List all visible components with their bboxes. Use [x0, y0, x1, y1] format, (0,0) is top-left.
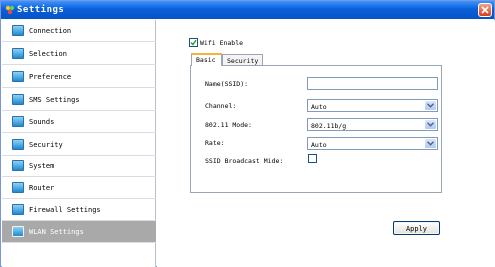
sidebar-item-label: System: [29, 162, 55, 170]
sidebar-item-label: Sounds: [29, 118, 55, 126]
settings-window: Settings Connection Selection Preference…: [0, 0, 495, 267]
sidebar-item-label: WLAN Settings: [29, 228, 84, 236]
sms-icon: [12, 94, 24, 105]
wlan-icon: [12, 226, 24, 237]
window-title: Settings: [17, 5, 65, 15]
wlan-settings-pane: Wifi Enable Basic Security Name(SSID): C…: [157, 20, 495, 267]
ssid-input[interactable]: [307, 77, 438, 90]
sidebar-item-label: Connection: [29, 27, 72, 35]
apply-button[interactable]: Apply: [393, 221, 440, 235]
apply-button-label: Apply: [405, 225, 428, 233]
sidebar-item-system[interactable]: System: [2, 155, 156, 177]
sidebar-item-label: Firewall Settings: [29, 206, 101, 214]
sidebar-item-label: Security: [29, 141, 63, 149]
sidebar-item-sms-settings[interactable]: SMS Settings: [2, 89, 156, 111]
sidebar-item-label: Router: [29, 184, 55, 192]
chevron-down-icon: [425, 101, 436, 110]
sidebar-item-security[interactable]: Security: [2, 134, 156, 156]
sidebar-item-firewall-settings[interactable]: Firewall Settings: [2, 199, 156, 221]
tab-basic[interactable]: Basic: [191, 53, 222, 66]
title-bar: Settings: [1, 1, 494, 19]
channel-label: Channel:: [205, 102, 237, 110]
firewall-icon: [12, 204, 24, 215]
sidebar-item-label: Preference: [29, 73, 72, 81]
ssid-broadcast-label: SSID Broadcast Mide:: [205, 157, 284, 165]
sidebar-item-label: Selection: [29, 50, 67, 58]
sidebar-item-label: SMS Settings: [29, 96, 80, 104]
mode-value: 802.11b/g: [311, 122, 347, 130]
mode-label: 802.11 Mode:: [205, 121, 252, 129]
sidebar-item-wlan-settings[interactable]: WLAN Settings: [2, 221, 156, 243]
basic-settings-panel: Name(SSID): Channel: Auto 802.11 Mode: 8…: [190, 65, 442, 193]
sidebar-item-connection[interactable]: Connection: [2, 20, 156, 42]
channel-value: Auto: [311, 103, 327, 111]
connection-icon: [12, 25, 24, 36]
rate-value: Auto: [311, 141, 327, 149]
channel-select[interactable]: Auto: [307, 99, 438, 112]
selection-icon: [12, 48, 24, 59]
settings-app-icon: [5, 5, 15, 15]
sidebar-item-preference[interactable]: Preference: [2, 66, 156, 88]
router-icon: [12, 182, 24, 193]
settings-sidebar: Connection Selection Preference SMS Sett…: [2, 20, 156, 267]
chevron-down-icon: [425, 139, 436, 148]
sound-icon: [12, 116, 24, 127]
mode-select[interactable]: 802.11b/g: [307, 118, 438, 131]
ssid-broadcast-checkbox[interactable]: [308, 154, 317, 163]
wifi-enable-label: Wifi Enable: [200, 39, 244, 47]
rate-select[interactable]: Auto: [307, 137, 438, 150]
wifi-enable-checkbox[interactable]: [189, 38, 198, 47]
security-icon: [12, 139, 24, 150]
preference-icon: [12, 71, 24, 82]
sidebar-item-sounds[interactable]: Sounds: [2, 111, 156, 133]
close-button[interactable]: [478, 3, 492, 17]
sidebar-item-router[interactable]: Router: [2, 177, 156, 199]
system-icon: [12, 160, 24, 171]
sidebar-item-selection[interactable]: Selection: [2, 43, 156, 65]
chevron-down-icon: [425, 120, 436, 129]
ssid-label: Name(SSID):: [205, 80, 249, 88]
check-icon: [190, 39, 197, 46]
close-icon: [481, 6, 489, 14]
rate-label: Rate:: [205, 139, 225, 147]
